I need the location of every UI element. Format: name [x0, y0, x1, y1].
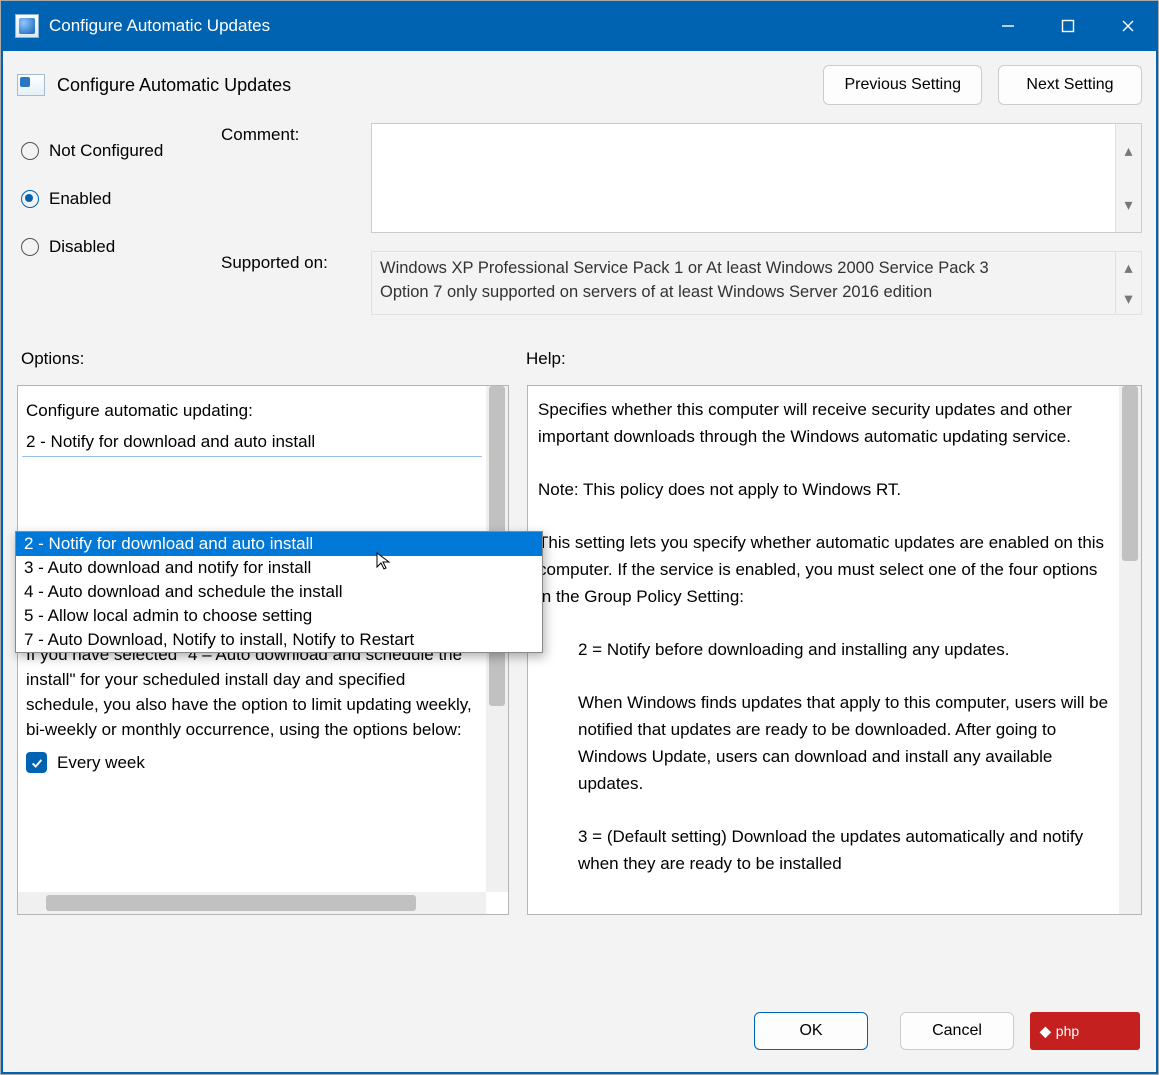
dropdown-item[interactable]: 7 - Auto Download, Notify to install, No… [16, 628, 542, 652]
help-text: 2 = Notify before downloading and instal… [538, 636, 1111, 663]
configure-updating-label: Configure automatic updating: [22, 398, 476, 423]
configure-updating-select[interactable]: 2 - Notify for download and auto install [22, 427, 482, 457]
help-heading: Help: [526, 349, 566, 369]
radio-icon [21, 238, 39, 256]
radio-label: Not Configured [49, 141, 163, 161]
ok-button[interactable]: OK [754, 1012, 868, 1050]
radio-label: Disabled [49, 237, 115, 257]
supported-on-box: Windows XP Professional Service Pack 1 o… [371, 251, 1142, 315]
comment-textarea[interactable]: ▴ ▾ [371, 123, 1142, 233]
options-horizontal-scrollbar[interactable] [18, 892, 486, 914]
titlebar: Configure Automatic Updates [1, 1, 1158, 51]
help-vertical-scrollbar[interactable] [1119, 386, 1141, 914]
app-icon [15, 14, 39, 38]
supported-text-line: Windows XP Professional Service Pack 1 o… [380, 256, 1133, 280]
state-radio-group: Not Configured Enabled Disabled [21, 123, 221, 333]
supported-on-label: Supported on: [221, 251, 371, 273]
scroll-down-icon[interactable]: ▾ [1116, 283, 1141, 314]
maximize-button[interactable] [1038, 1, 1098, 51]
help-text: This setting lets you specify whether au… [538, 529, 1111, 610]
schedule-paragraph: If you have selected "4 – Auto download … [22, 638, 476, 746]
radio-not-configured[interactable]: Not Configured [21, 141, 221, 161]
every-week-checkbox[interactable]: Every week [22, 746, 476, 779]
mouse-cursor-icon [375, 551, 395, 576]
dropdown-item[interactable]: 2 - Notify for download and auto install [16, 532, 542, 556]
radio-icon [21, 142, 39, 160]
dropdown-item[interactable]: 3 - Auto download and notify for install [16, 556, 542, 580]
header: Configure Automatic Updates Previous Set… [1, 51, 1158, 113]
window-title: Configure Automatic Updates [49, 16, 270, 36]
cancel-button[interactable]: Cancel [900, 1012, 1014, 1050]
radio-disabled[interactable]: Disabled [21, 237, 221, 257]
options-heading: Options: [21, 349, 526, 369]
next-setting-button[interactable]: Next Setting [998, 65, 1142, 105]
php-icon: ◆ [1040, 1023, 1051, 1040]
policy-icon [17, 74, 45, 96]
checkbox-checked-icon [26, 752, 47, 773]
scroll-down-icon[interactable]: ▾ [1116, 178, 1141, 232]
supported-text-line: Option 7 only supported on servers of at… [380, 280, 1133, 304]
configure-updating-dropdown[interactable]: 2 - Notify for download and auto install… [15, 531, 543, 653]
radio-icon [21, 190, 39, 208]
previous-setting-button[interactable]: Previous Setting [823, 65, 982, 105]
help-panel: Specifies whether this computer will rec… [527, 385, 1142, 915]
dropdown-item[interactable]: 5 - Allow local admin to choose setting [16, 604, 542, 628]
help-text: 3 = (Default setting) Download the updat… [538, 823, 1111, 877]
radio-enabled[interactable]: Enabled [21, 189, 221, 209]
comment-label: Comment: [221, 123, 371, 145]
scroll-up-icon[interactable]: ▴ [1116, 124, 1141, 178]
help-text: When Windows finds updates that apply to… [538, 689, 1111, 797]
scroll-up-icon[interactable]: ▴ [1116, 252, 1141, 283]
help-text: Specifies whether this computer will rec… [538, 396, 1111, 450]
close-button[interactable] [1098, 1, 1158, 51]
help-text: Note: This policy does not apply to Wind… [538, 476, 1111, 503]
minimize-button[interactable] [978, 1, 1038, 51]
badge-text: php [1056, 1023, 1079, 1039]
dropdown-item[interactable]: 4 - Auto download and schedule the insta… [16, 580, 542, 604]
every-week-label: Every week [57, 750, 145, 775]
watermark-badge: ◆ php [1030, 1012, 1140, 1050]
radio-label: Enabled [49, 189, 111, 209]
page-title: Configure Automatic Updates [57, 75, 291, 96]
